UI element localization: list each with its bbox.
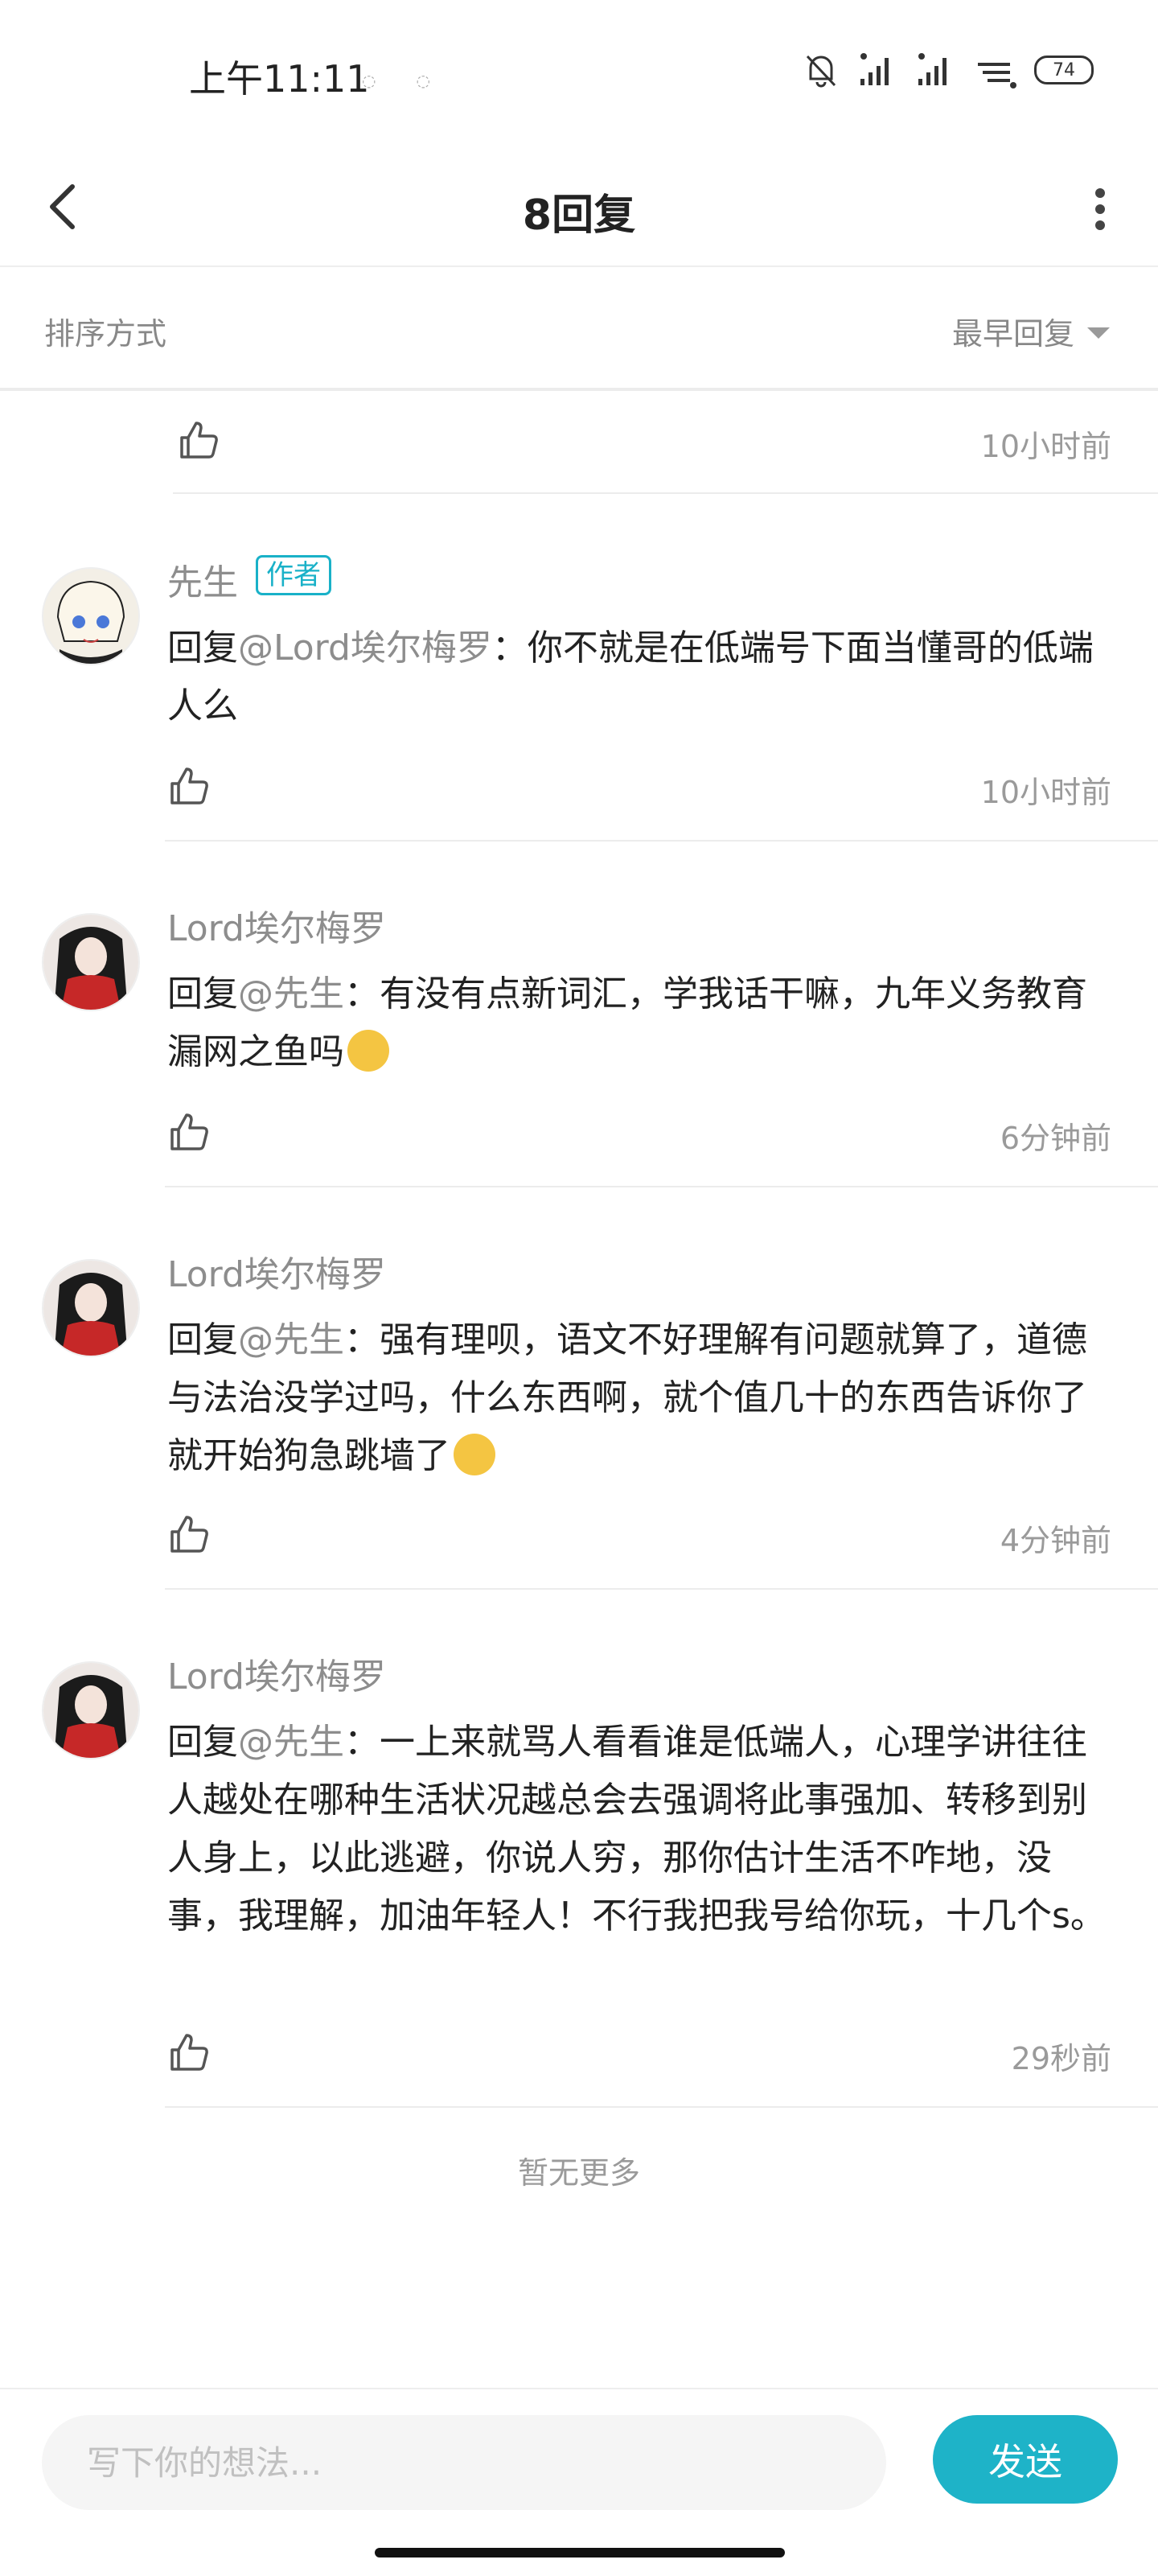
mention-link[interactable]: @先生 bbox=[238, 1722, 344, 1763]
avatar[interactable] bbox=[42, 913, 140, 1011]
divider bbox=[173, 492, 1158, 494]
author-badge: 作者 bbox=[256, 555, 331, 595]
reply-prefix: 回复 bbox=[167, 1722, 238, 1763]
sort-bar: 排序方式 最早回复 bbox=[0, 267, 1158, 391]
status-time: 上午11:11 bbox=[189, 57, 370, 101]
comment-input[interactable] bbox=[42, 2415, 886, 2510]
battery-indicator: 74 bbox=[1034, 56, 1094, 84]
bell-muted-icon bbox=[806, 55, 836, 88]
thumbs-up-icon[interactable] bbox=[167, 1512, 211, 1556]
thumbs-up-icon[interactable] bbox=[177, 418, 220, 462]
avatar[interactable] bbox=[42, 567, 140, 665]
divider bbox=[165, 2106, 1158, 2108]
username[interactable]: Lord埃尔梅罗 bbox=[167, 1245, 386, 1297]
reply-prefix: 回复 bbox=[167, 628, 238, 669]
mention-link[interactable]: @先生 bbox=[238, 973, 344, 1014]
signal-2-icon bbox=[918, 53, 947, 85]
comment-text: 回复@先生：强有理呗，语文不好理解有问题就算了，道德与法治没学过吗，什么东西啊，… bbox=[167, 1311, 1116, 1485]
anime-avatar-image bbox=[43, 1663, 138, 1758]
sort-label: 排序方式 bbox=[44, 316, 167, 352]
username[interactable]: Lord埃尔梅罗 bbox=[167, 1648, 386, 1699]
status-dots-icon: ◌◌ bbox=[362, 71, 470, 90]
thumbs-up-icon[interactable] bbox=[167, 2031, 211, 2074]
mention-link[interactable]: @Lord埃尔梅罗 bbox=[238, 628, 492, 669]
username[interactable]: Lord埃尔梅罗 bbox=[167, 899, 386, 951]
status-icons: 74 bbox=[801, 50, 1094, 90]
username[interactable]: 先生 bbox=[167, 553, 238, 605]
reply-prefix: 回复 bbox=[167, 1319, 238, 1360]
divider bbox=[165, 1588, 1158, 1590]
sort-dropdown[interactable]: 最早回复 bbox=[952, 309, 1110, 353]
timestamp: 10小时前 bbox=[980, 775, 1111, 810]
reply-prefix: 回复 bbox=[167, 973, 238, 1014]
send-button[interactable]: 发送 bbox=[933, 2415, 1118, 2504]
anime-avatar-image bbox=[43, 915, 138, 1010]
timestamp: 6分钟前 bbox=[1000, 1121, 1111, 1156]
avatar[interactable] bbox=[42, 1259, 140, 1357]
timestamp: 4分钟前 bbox=[1000, 1523, 1111, 1558]
comment-text: 回复@Lord埃尔梅罗：你不就是在低端号下面当懂哥的低端人么 bbox=[167, 619, 1116, 735]
grinning-sweat-emoji-icon bbox=[454, 1434, 495, 1475]
avatar[interactable] bbox=[42, 1661, 140, 1759]
page-title: 8回复 bbox=[522, 191, 636, 240]
divider bbox=[165, 1186, 1158, 1187]
thumbs-up-icon[interactable] bbox=[167, 1110, 211, 1154]
divider bbox=[165, 840, 1158, 842]
more-options-icon[interactable] bbox=[1076, 177, 1124, 241]
home-indicator[interactable] bbox=[375, 2548, 785, 2557]
thumbs-up-icon[interactable] bbox=[167, 764, 211, 808]
timestamp: 29秒前 bbox=[1011, 2041, 1111, 2076]
downcast-sweat-emoji-icon bbox=[347, 1030, 389, 1072]
comment-text: 回复@先生：有没有点新词汇，学我话干嘛，九年义务教育漏网之鱼吗 bbox=[167, 965, 1116, 1081]
anime-avatar-image bbox=[43, 569, 138, 664]
wifi-icon bbox=[978, 63, 1016, 88]
dropdown-triangle-icon bbox=[1087, 327, 1110, 339]
top-navigation: 8回复 bbox=[0, 153, 1158, 267]
comment-text: 回复@先生：一上来就骂人看看谁是低端人，心理学讲往往人越处在哪种生活状况越总会去… bbox=[167, 1714, 1116, 1945]
timestamp: 10小时前 bbox=[980, 429, 1111, 464]
anime-avatar-image bbox=[43, 1261, 138, 1356]
mention-link[interactable]: @先生 bbox=[238, 1319, 344, 1360]
status-bar: 上午11:11 ◌◌ 74 bbox=[0, 0, 1158, 153]
no-more-text: 暂无更多 bbox=[517, 2155, 640, 2191]
sort-value: 最早回复 bbox=[951, 316, 1074, 352]
signal-1-icon bbox=[860, 53, 889, 85]
